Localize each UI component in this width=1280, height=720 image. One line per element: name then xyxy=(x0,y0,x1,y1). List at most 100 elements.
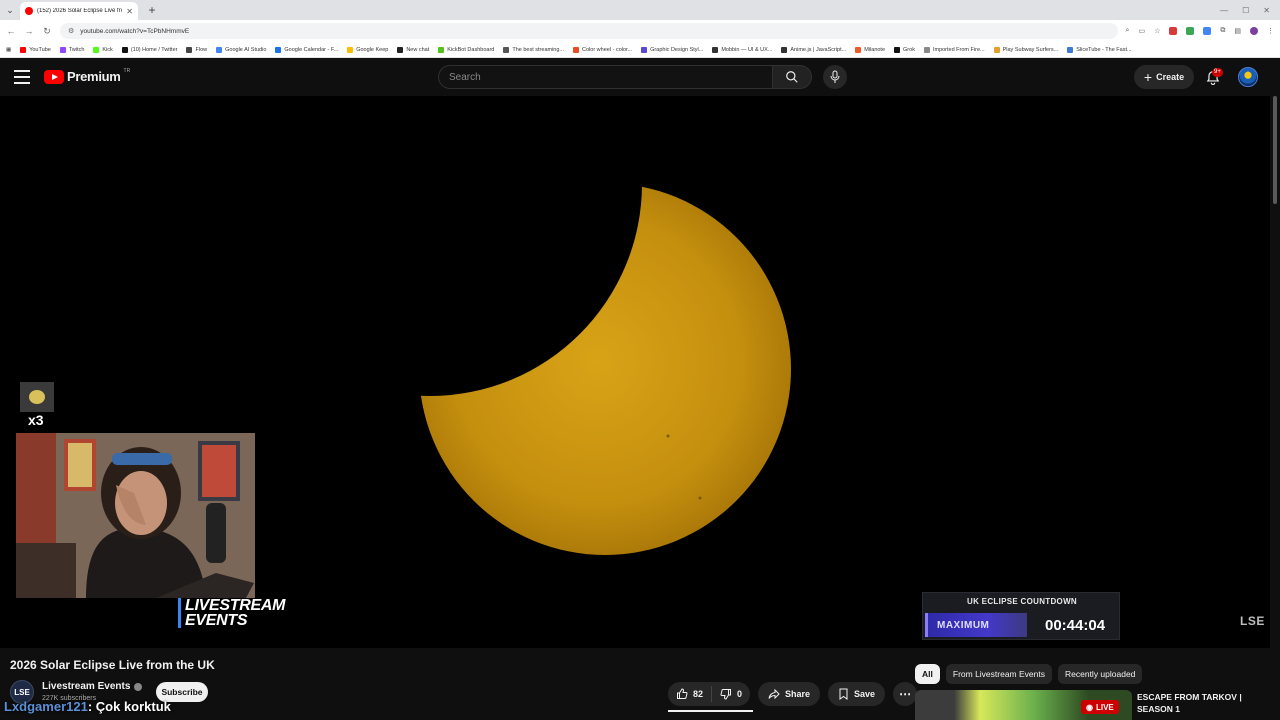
verified-icon xyxy=(134,682,143,691)
bookmark-item[interactable]: Color wheel - color... xyxy=(573,46,632,53)
youtube-header: Premium TR Search + Create xyxy=(0,58,1280,96)
bookmark-favicon-icon xyxy=(216,46,223,53)
video-title: 2026 Solar Eclipse Live from the UK xyxy=(10,658,215,672)
browser-toolbar: ← → ↻ ⚙ youtube.com/watch?v=TcPbNHmmvE ⌕… xyxy=(0,20,1280,42)
bookmark-item[interactable]: Google AI Studio xyxy=(216,46,266,53)
bookmark-favicon-icon xyxy=(503,46,510,53)
bookmark-item[interactable]: (10) Home / Twitter xyxy=(121,46,177,53)
bookmark-icon xyxy=(839,688,848,700)
bookmark-item[interactable]: Graphic Design Styl... xyxy=(641,46,703,53)
bookmark-item[interactable]: Milanote xyxy=(855,46,885,53)
save-button[interactable]: Save xyxy=(828,682,886,706)
create-button[interactable]: + Create xyxy=(1134,65,1194,89)
microphone-icon xyxy=(830,70,840,83)
youtube-favicon-icon xyxy=(25,7,33,15)
cast-icon[interactable]: ▭ xyxy=(1138,27,1145,35)
bookmark-item[interactable]: Imported From Fire... xyxy=(923,46,985,53)
create-label: Create xyxy=(1156,72,1185,82)
close-window-icon[interactable]: ✕ xyxy=(1263,6,1270,15)
zoom-icon[interactable]: ⌕ xyxy=(1126,27,1130,35)
bookmark-favicon-icon xyxy=(347,46,354,53)
bookmark-item[interactable]: KickBot Dashboard xyxy=(438,46,494,53)
bookmark-item[interactable]: Play Subway Surfers... xyxy=(993,46,1058,53)
bookmark-item[interactable]: Flow xyxy=(186,46,207,53)
bookmark-item[interactable]: Twitch xyxy=(59,46,84,53)
streamer-webcam xyxy=(16,433,255,598)
back-icon[interactable]: ← xyxy=(6,26,16,36)
bookmark-favicon-icon xyxy=(781,46,788,53)
filter-chip-channel[interactable]: From Livestream Events xyxy=(945,664,1052,684)
tab-search-icon[interactable]: ⌄ xyxy=(0,0,20,20)
sticker-emote-icon xyxy=(20,382,54,412)
forward-icon[interactable]: → xyxy=(24,26,34,36)
bookmark-item[interactable]: Google Calendar - F... xyxy=(275,46,338,53)
extension-icon[interactable] xyxy=(1169,27,1178,35)
livestream-events-brand: LIVESTREAM EVENTS xyxy=(178,598,285,629)
logo-text: Premium xyxy=(67,69,121,84)
video-player[interactable]: x3 LIVESTREAM EVENTS UK ECLIPSE COUNTDOW… xyxy=(0,96,1270,648)
search-icon xyxy=(786,71,798,83)
maximize-icon[interactable]: ☐ xyxy=(1242,6,1249,15)
bookmark-favicon-icon xyxy=(59,46,66,53)
new-tab-button[interactable]: + xyxy=(144,2,160,18)
reload-icon[interactable]: ↻ xyxy=(42,26,52,37)
browser-tabbar: ⌄ (152) 2026 Solar Eclipse Live fro... ✕… xyxy=(0,0,1280,20)
dislike-button[interactable]: 0 xyxy=(712,682,750,706)
bookmark-item[interactable]: Kick xyxy=(93,46,113,53)
bookmark-item[interactable]: SliceTube - The Fast... xyxy=(1067,46,1132,53)
bookmark-item[interactable]: YouTube xyxy=(20,46,51,53)
profile-icon[interactable] xyxy=(1250,27,1258,35)
share-button[interactable]: Share xyxy=(758,682,821,706)
thumbs-up-icon xyxy=(677,688,688,699)
like-ratio-fill xyxy=(668,710,753,712)
channel-watermark: LSE xyxy=(1240,614,1265,628)
url-text: youtube.com/watch?v=TcPbNHmmvE xyxy=(80,27,190,35)
close-tab-icon[interactable]: ✕ xyxy=(126,7,133,16)
filter-chip-recent[interactable]: Recently uploaded xyxy=(1058,664,1143,684)
search-button[interactable] xyxy=(772,65,812,89)
like-dislike-group: 82 0 xyxy=(668,682,751,706)
chat-username: Lxdgamer121 xyxy=(4,699,88,714)
recommended-video-title[interactable]: ESCAPE FROM TARKOV | SEASON 1 xyxy=(1137,691,1267,715)
channel-name[interactable]: Livestream Events xyxy=(42,681,143,692)
extensions-area: ⌕ ▭ ☆ ⧉ ▤ ⋮ xyxy=(1126,27,1274,35)
recommended-video-thumbnail[interactable]: ◉ LIVE xyxy=(915,690,1133,720)
search-bar: Search xyxy=(438,65,812,89)
browser-menu-icon[interactable]: ⋮ xyxy=(1267,27,1274,35)
countdown-timer: 00:44:04 xyxy=(1045,616,1106,634)
search-input[interactable]: Search xyxy=(438,65,772,89)
bookmark-star-icon[interactable]: ☆ xyxy=(1154,27,1160,35)
apps-grid-icon[interactable]: ▦ xyxy=(6,47,11,53)
address-bar[interactable]: ⚙ youtube.com/watch?v=TcPbNHmmvE xyxy=(60,23,1118,39)
like-button[interactable]: 82 xyxy=(668,682,711,706)
extension-icon[interactable] xyxy=(1186,27,1195,35)
menu-icon[interactable] xyxy=(14,70,30,84)
bookmark-item[interactable]: Anime.js | JavaScript... xyxy=(781,46,846,53)
tab-groups-icon[interactable]: ▤ xyxy=(1234,27,1241,35)
live-badge: ◉ LIVE xyxy=(1081,700,1119,714)
browser-tab-active[interactable]: (152) 2026 Solar Eclipse Live fro... ✕ xyxy=(20,2,138,20)
bookmark-item[interactable]: The best streaming... xyxy=(503,46,564,53)
filter-chip-all[interactable]: All xyxy=(915,664,940,684)
window-controls: — ☐ ✕ xyxy=(1220,6,1280,15)
youtube-premium-logo[interactable]: Premium TR xyxy=(44,68,130,84)
account-avatar[interactable] xyxy=(1238,67,1258,87)
voice-search-button[interactable] xyxy=(823,65,847,89)
bookmark-favicon-icon xyxy=(855,46,862,53)
tab-title: (152) 2026 Solar Eclipse Live fro... xyxy=(37,8,123,14)
minimize-icon[interactable]: — xyxy=(1220,6,1228,15)
thumbs-down-icon xyxy=(720,689,732,700)
bookmark-item[interactable]: New chat xyxy=(397,46,429,53)
share-icon xyxy=(768,688,780,700)
scrollbar-thumb[interactable] xyxy=(1273,96,1277,204)
bookmark-item[interactable]: Google Keep xyxy=(347,46,388,53)
bookmark-item[interactable]: Grok xyxy=(894,46,915,53)
extensions-puzzle-icon[interactable]: ⧉ xyxy=(1220,27,1225,35)
bookmark-item[interactable]: Mobbin — UI & UX... xyxy=(712,46,772,53)
extension-icon[interactable] xyxy=(1203,27,1212,35)
site-info-icon[interactable]: ⚙ xyxy=(68,27,74,35)
more-actions-button[interactable]: ⋯ xyxy=(893,682,918,706)
dislike-count: 0 xyxy=(737,689,743,699)
sticker-count: x3 xyxy=(28,412,44,428)
eclipse-countdown-widget: UK ECLIPSE COUNTDOWN MAXIMUM 00:44:04 xyxy=(922,592,1120,640)
